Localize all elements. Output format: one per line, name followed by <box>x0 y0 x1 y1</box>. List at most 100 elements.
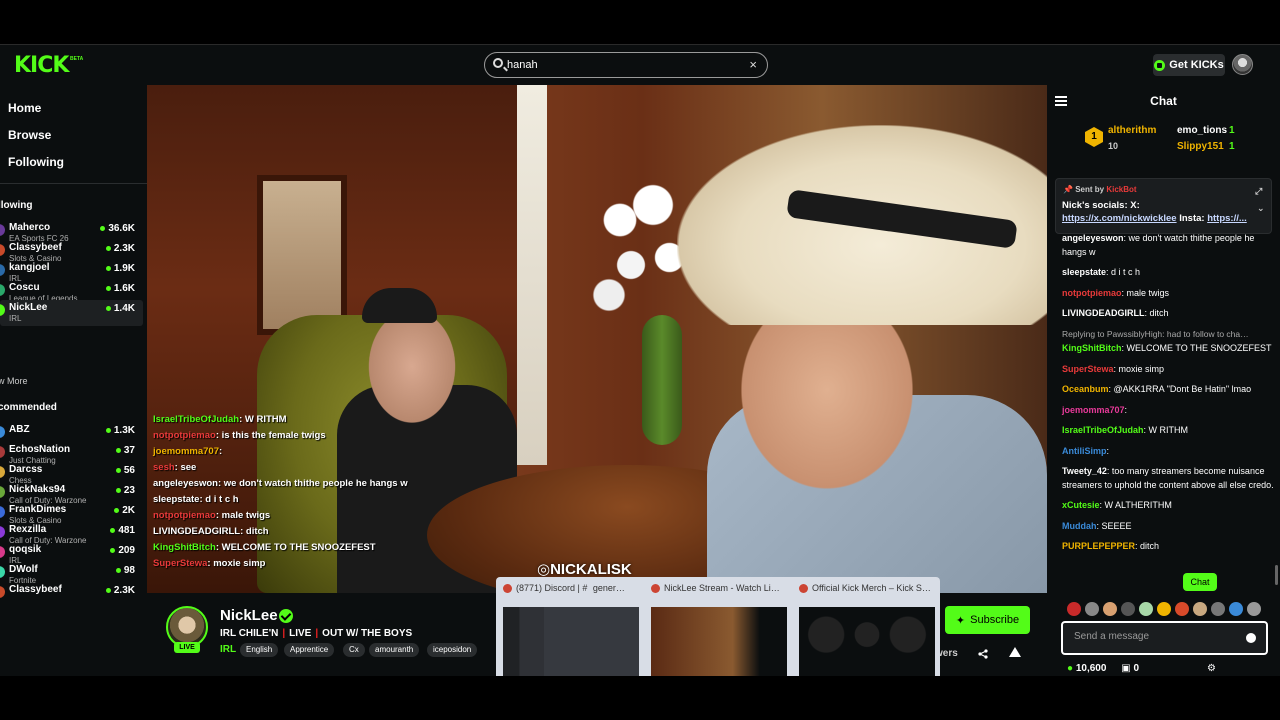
chat-username[interactable]: SuperStewa <box>1062 364 1114 374</box>
chat-username[interactable]: Oceanbum <box>1062 384 1109 394</box>
chat-input[interactable] <box>1074 631 1239 642</box>
emote-icon[interactable] <box>1121 602 1135 616</box>
nav-browse[interactable]: Browse <box>8 128 51 142</box>
emote-icon[interactable] <box>1067 602 1081 616</box>
tag[interactable]: English <box>240 643 279 657</box>
scrollbar[interactable] <box>1275 565 1278 585</box>
stream-title-part: OUT W/ THE BOYS <box>322 628 413 639</box>
channel-name: FrankDimes <box>9 504 67 515</box>
overlay-chat-message: notpotpiemao: is this the female twigs <box>153 430 326 441</box>
unpin-icon[interactable]: ⤢ <box>1255 186 1262 197</box>
tab-preview-title-text: NickLee Stream - Watch Li… <box>664 583 780 593</box>
chat-message: SuperStewa: moxie simp <box>1062 363 1165 374</box>
chat-username[interactable]: sleepstate <box>1062 267 1106 277</box>
chat-username[interactable]: angeleyeswon <box>1062 233 1124 243</box>
stream-category[interactable]: IRL <box>220 644 236 655</box>
emote-icon[interactable] <box>1085 602 1099 616</box>
overlay-chat-user: KingShitBitch <box>153 542 216 553</box>
pinned-link[interactable]: https://... <box>1207 213 1247 224</box>
settings-gear-icon[interactable]: ⚙ <box>1207 663 1216 674</box>
search-box[interactable]: hanah × <box>484 52 768 78</box>
nav-following[interactable]: Following <box>8 155 64 169</box>
live-dot-icon <box>114 508 120 513</box>
channel-avatar <box>0 426 5 438</box>
overlay-chat-message: notpotpiemao: male twigs <box>153 510 271 521</box>
sent-by-user[interactable]: KickBot <box>1106 185 1136 194</box>
video-player[interactable]: ◎NICKALISK IsraelTribeOfJudah: W RITHM no… <box>147 85 1047 593</box>
overlay-chat-message: KingShitBitch: WELCOME TO THE SNOOZEFEST <box>153 542 376 553</box>
overlay-chat-user: LIVINGDEADGIRLL <box>153 526 241 537</box>
tab-preview-discord[interactable]: (8771) Discord | # gener… <box>496 577 644 676</box>
pinned-text: Insta: <box>1176 213 1208 224</box>
chat-send-button[interactable]: Chat <box>1183 573 1217 591</box>
chat-text: @AKK1RRA "Dont Be Hatin" lmao <box>1113 384 1252 394</box>
overlay-chat-message: joemomma707: <box>153 446 223 457</box>
emoji-picker-icon[interactable] <box>1246 633 1256 643</box>
clear-search-icon[interactable]: × <box>749 57 757 72</box>
chat-username[interactable]: Muddah <box>1062 521 1097 531</box>
sidebar-channel[interactable]: NickLee IRL 1.4K <box>0 300 143 326</box>
chat-username[interactable]: KingShitBitch <box>1062 343 1122 353</box>
chevron-down-icon[interactable]: ⌄ <box>1257 203 1265 214</box>
emote-icon[interactable] <box>1229 602 1243 616</box>
leaderboard-name[interactable]: altherithm <box>1108 125 1156 136</box>
channel-name: EchosNation <box>9 444 71 455</box>
sidebar-channel[interactable]: Classybeef 2.3K <box>0 582 143 608</box>
leaderboard-name[interactable]: Slippy151 <box>1177 141 1224 152</box>
search-icon <box>493 58 503 68</box>
subscribe-button[interactable]: ✦ Subscribe <box>945 606 1030 634</box>
chat-input-box[interactable] <box>1061 621 1268 655</box>
tab-preview-kick-stream[interactable]: NickLee Stream - Watch Li… <box>644 577 792 676</box>
chat-username[interactable]: joemomma707 <box>1062 405 1125 415</box>
emote-icon[interactable] <box>1157 602 1171 616</box>
channel-viewer-count: 23 <box>123 485 135 496</box>
tag[interactable]: amouranth <box>369 643 420 657</box>
leaderboard-name[interactable]: emo_tions <box>1177 125 1227 136</box>
report-icon[interactable] <box>1009 647 1021 657</box>
user-avatar[interactable] <box>1232 54 1253 75</box>
chat-message: angeleyeswon: we don't watch thithe peop… <box>1062 233 1255 257</box>
pinned-link[interactable]: https://x.com/nickwicklee <box>1062 213 1177 224</box>
tag[interactable]: Cx <box>343 643 365 657</box>
live-dot-icon <box>115 468 121 473</box>
streamer-name[interactable]: NickLee <box>220 607 278 624</box>
chat-username[interactable]: LIVINGDEADGIRLL <box>1062 308 1145 318</box>
channel-viewer-count: 37 <box>123 445 135 456</box>
chat-text: SEEEE <box>1101 520 1132 531</box>
kicks-balance[interactable]: 10,600 <box>1076 663 1107 674</box>
tab-preview-kick-merch[interactable]: Official Kick Merch – Kick S… <box>792 577 940 676</box>
show-more-link[interactable]: w More <box>0 376 28 386</box>
channel-avatar <box>0 486 5 498</box>
chat-username[interactable]: AntiliSimp <box>1062 446 1107 456</box>
search-input[interactable]: hanah <box>507 59 538 71</box>
pinned-message[interactable]: 📌 Sent by KickBot ⤢ ⌄ Nick's socials: X:… <box>1055 178 1272 234</box>
emote-icon[interactable] <box>1175 602 1189 616</box>
kick-logo[interactable]: KICK <box>14 53 69 78</box>
tag[interactable]: iceposidon <box>427 643 478 657</box>
get-kicks-button[interactable]: Get KICKs <box>1153 54 1225 76</box>
emote-icon[interactable] <box>1247 602 1261 616</box>
channel-category: IRL <box>9 314 22 323</box>
nav-home[interactable]: Home <box>8 101 41 115</box>
emote-icon[interactable] <box>1193 602 1207 616</box>
reply-context[interactable]: Replying to PawssiblyHigh: had to follow… <box>1062 328 1274 342</box>
chat-message: joemomma707: <box>1062 404 1128 415</box>
chat-username[interactable]: Tweety_42 <box>1062 466 1107 476</box>
chat-username[interactable]: xCutesie <box>1062 500 1100 510</box>
emote-icon[interactable] <box>1139 602 1153 616</box>
emote-icon[interactable] <box>1211 602 1225 616</box>
chat-username[interactable]: IsraelTribeOfJudah <box>1062 425 1144 435</box>
leaderboard-count: 1 <box>1229 125 1235 136</box>
chat-username[interactable]: notpotpiemao <box>1062 288 1122 298</box>
overlay-chat-user: sesh <box>153 462 175 473</box>
share-icon[interactable] <box>978 649 988 659</box>
verified-icon <box>279 609 293 623</box>
chat-username[interactable]: PURPLEPEPPER <box>1062 541 1135 551</box>
emote-icon[interactable] <box>1103 602 1117 616</box>
tag[interactable]: Apprentice <box>284 643 335 657</box>
gift-icon[interactable]: ▣ <box>1121 663 1130 674</box>
tab-preview-title-text: Official Kick Merch – Kick S… <box>812 583 931 593</box>
live-dot-icon <box>105 428 111 433</box>
tab-preview-title: Official Kick Merch – Kick S… <box>799 583 935 593</box>
chat-message: notpotpiemao: male twigs <box>1062 287 1170 298</box>
